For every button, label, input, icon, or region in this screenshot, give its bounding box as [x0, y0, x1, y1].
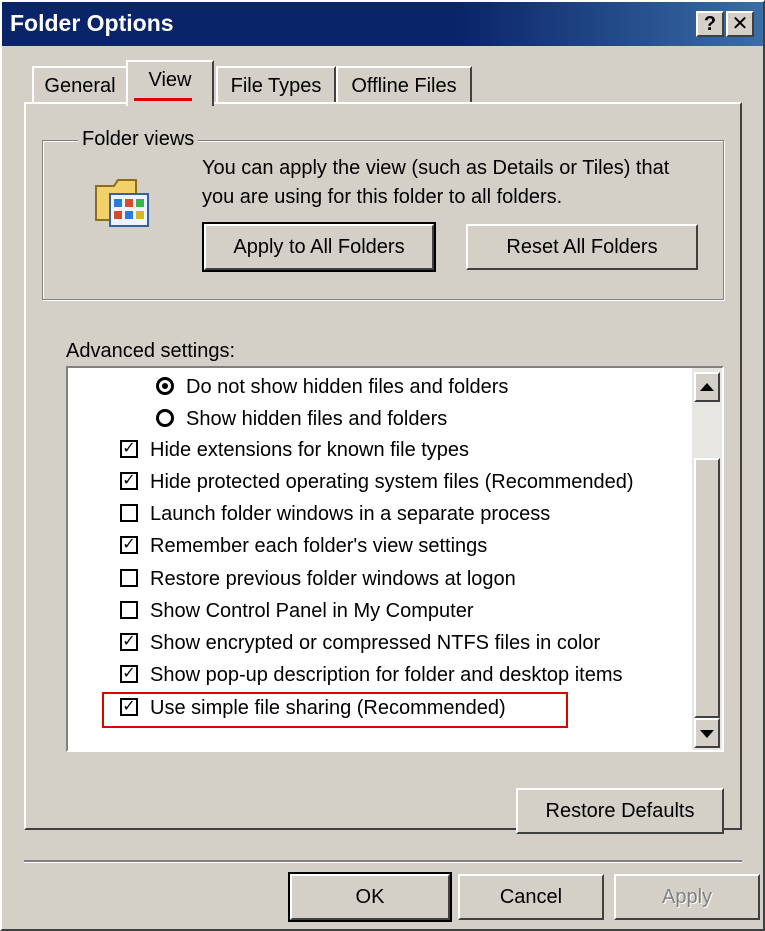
vertical-scrollbar[interactable] [692, 368, 722, 750]
checkbox-checked-icon[interactable]: ✓ [120, 471, 138, 490]
list-item-label: Remember each folder's view settings [150, 535, 488, 557]
checkbox-unchecked-icon[interactable] [120, 503, 138, 522]
list-item-label: Show pop-up description for folder and d… [150, 664, 623, 686]
tab-view-annotation-underline [134, 98, 192, 101]
folder-views-description-line2: you are using for this folder to all fol… [202, 186, 563, 208]
arrow-down-icon [700, 730, 714, 738]
tab-offline-files[interactable]: Offline Files [336, 66, 472, 102]
title-bar[interactable]: Folder Options ? ✕ [2, 2, 763, 46]
advanced-settings-label: Advanced settings: [66, 340, 235, 362]
list-item-label: Show Control Panel in My Computer [150, 600, 474, 622]
checkbox-unchecked-icon[interactable] [120, 568, 138, 587]
list-item[interactable]: ✓ Show pop-up description for folder and … [120, 660, 623, 690]
checkbox-unchecked-icon[interactable] [120, 600, 138, 619]
radio-selected-icon[interactable] [156, 376, 174, 395]
list-item-label: Hide protected operating system files (R… [150, 471, 634, 493]
checkbox-checked-icon[interactable]: ✓ [120, 535, 138, 554]
restore-defaults-button[interactable]: Restore Defaults [516, 788, 724, 834]
radio-unselected-icon[interactable] [156, 408, 174, 427]
ok-button[interactable]: OK [288, 872, 452, 922]
folder-options-window: Folder Options ? ✕ General View File Typ… [0, 0, 765, 931]
arrow-up-icon [700, 383, 714, 391]
list-item-label: Do not show hidden files and folders [186, 376, 509, 398]
list-item-label: Show encrypted or compressed NTFS files … [150, 632, 601, 654]
list-item[interactable]: ✓ Hide protected operating system files (… [120, 467, 634, 497]
bottom-divider [24, 860, 742, 863]
folder-views-icon [95, 179, 149, 227]
list-item[interactable]: Launch folder windows in a separate proc… [120, 499, 550, 529]
checkbox-checked-icon[interactable]: ✓ [120, 439, 138, 458]
help-button[interactable]: ? [696, 11, 724, 37]
list-item-label: Restore previous folder windows at logon [150, 568, 516, 590]
tab-strip: General View File Types Offline Files [2, 60, 763, 108]
list-item-label: Launch folder windows in a separate proc… [150, 503, 551, 525]
tab-file-types[interactable]: File Types [216, 66, 336, 102]
list-item[interactable]: ✓ Remember each folder's view settings [120, 531, 487, 561]
list-item[interactable]: Restore previous folder windows at logon [120, 564, 516, 594]
cancel-button[interactable]: Cancel [458, 874, 604, 920]
list-item[interactable]: ✓ Show encrypted or compressed NTFS files… [120, 628, 600, 658]
folder-views-description: You can apply the view (such as Details … [202, 154, 722, 212]
checkbox-checked-icon[interactable]: ✓ [120, 664, 138, 683]
checkbox-checked-icon[interactable]: ✓ [120, 632, 138, 651]
list-item[interactable]: Show Control Panel in My Computer [120, 596, 473, 626]
scroll-down-button[interactable] [694, 718, 720, 748]
list-item[interactable]: ✓ Hide extensions for known file types [120, 435, 469, 465]
window-title: Folder Options [10, 10, 174, 36]
scroll-up-button[interactable] [694, 372, 720, 402]
simple-sharing-annotation-box [102, 692, 568, 728]
list-item[interactable]: Show hidden files and folders [156, 404, 447, 434]
scrollbar-thumb[interactable] [694, 458, 720, 718]
tab-general[interactable]: General [32, 66, 128, 102]
apply-button[interactable]: Apply [614, 874, 760, 920]
reset-all-folders-button[interactable]: Reset All Folders [466, 224, 698, 270]
close-button[interactable]: ✕ [726, 11, 754, 37]
list-item[interactable]: Do not show hidden files and folders [156, 372, 508, 402]
folder-views-title: Folder views [78, 126, 199, 152]
list-item-label: Hide extensions for known file types [150, 439, 470, 461]
apply-to-all-folders-button[interactable]: Apply to All Folders [202, 222, 436, 272]
list-item-label: Show hidden files and folders [186, 408, 448, 430]
folder-views-description-line1: You can apply the view (such as Details … [202, 157, 670, 179]
